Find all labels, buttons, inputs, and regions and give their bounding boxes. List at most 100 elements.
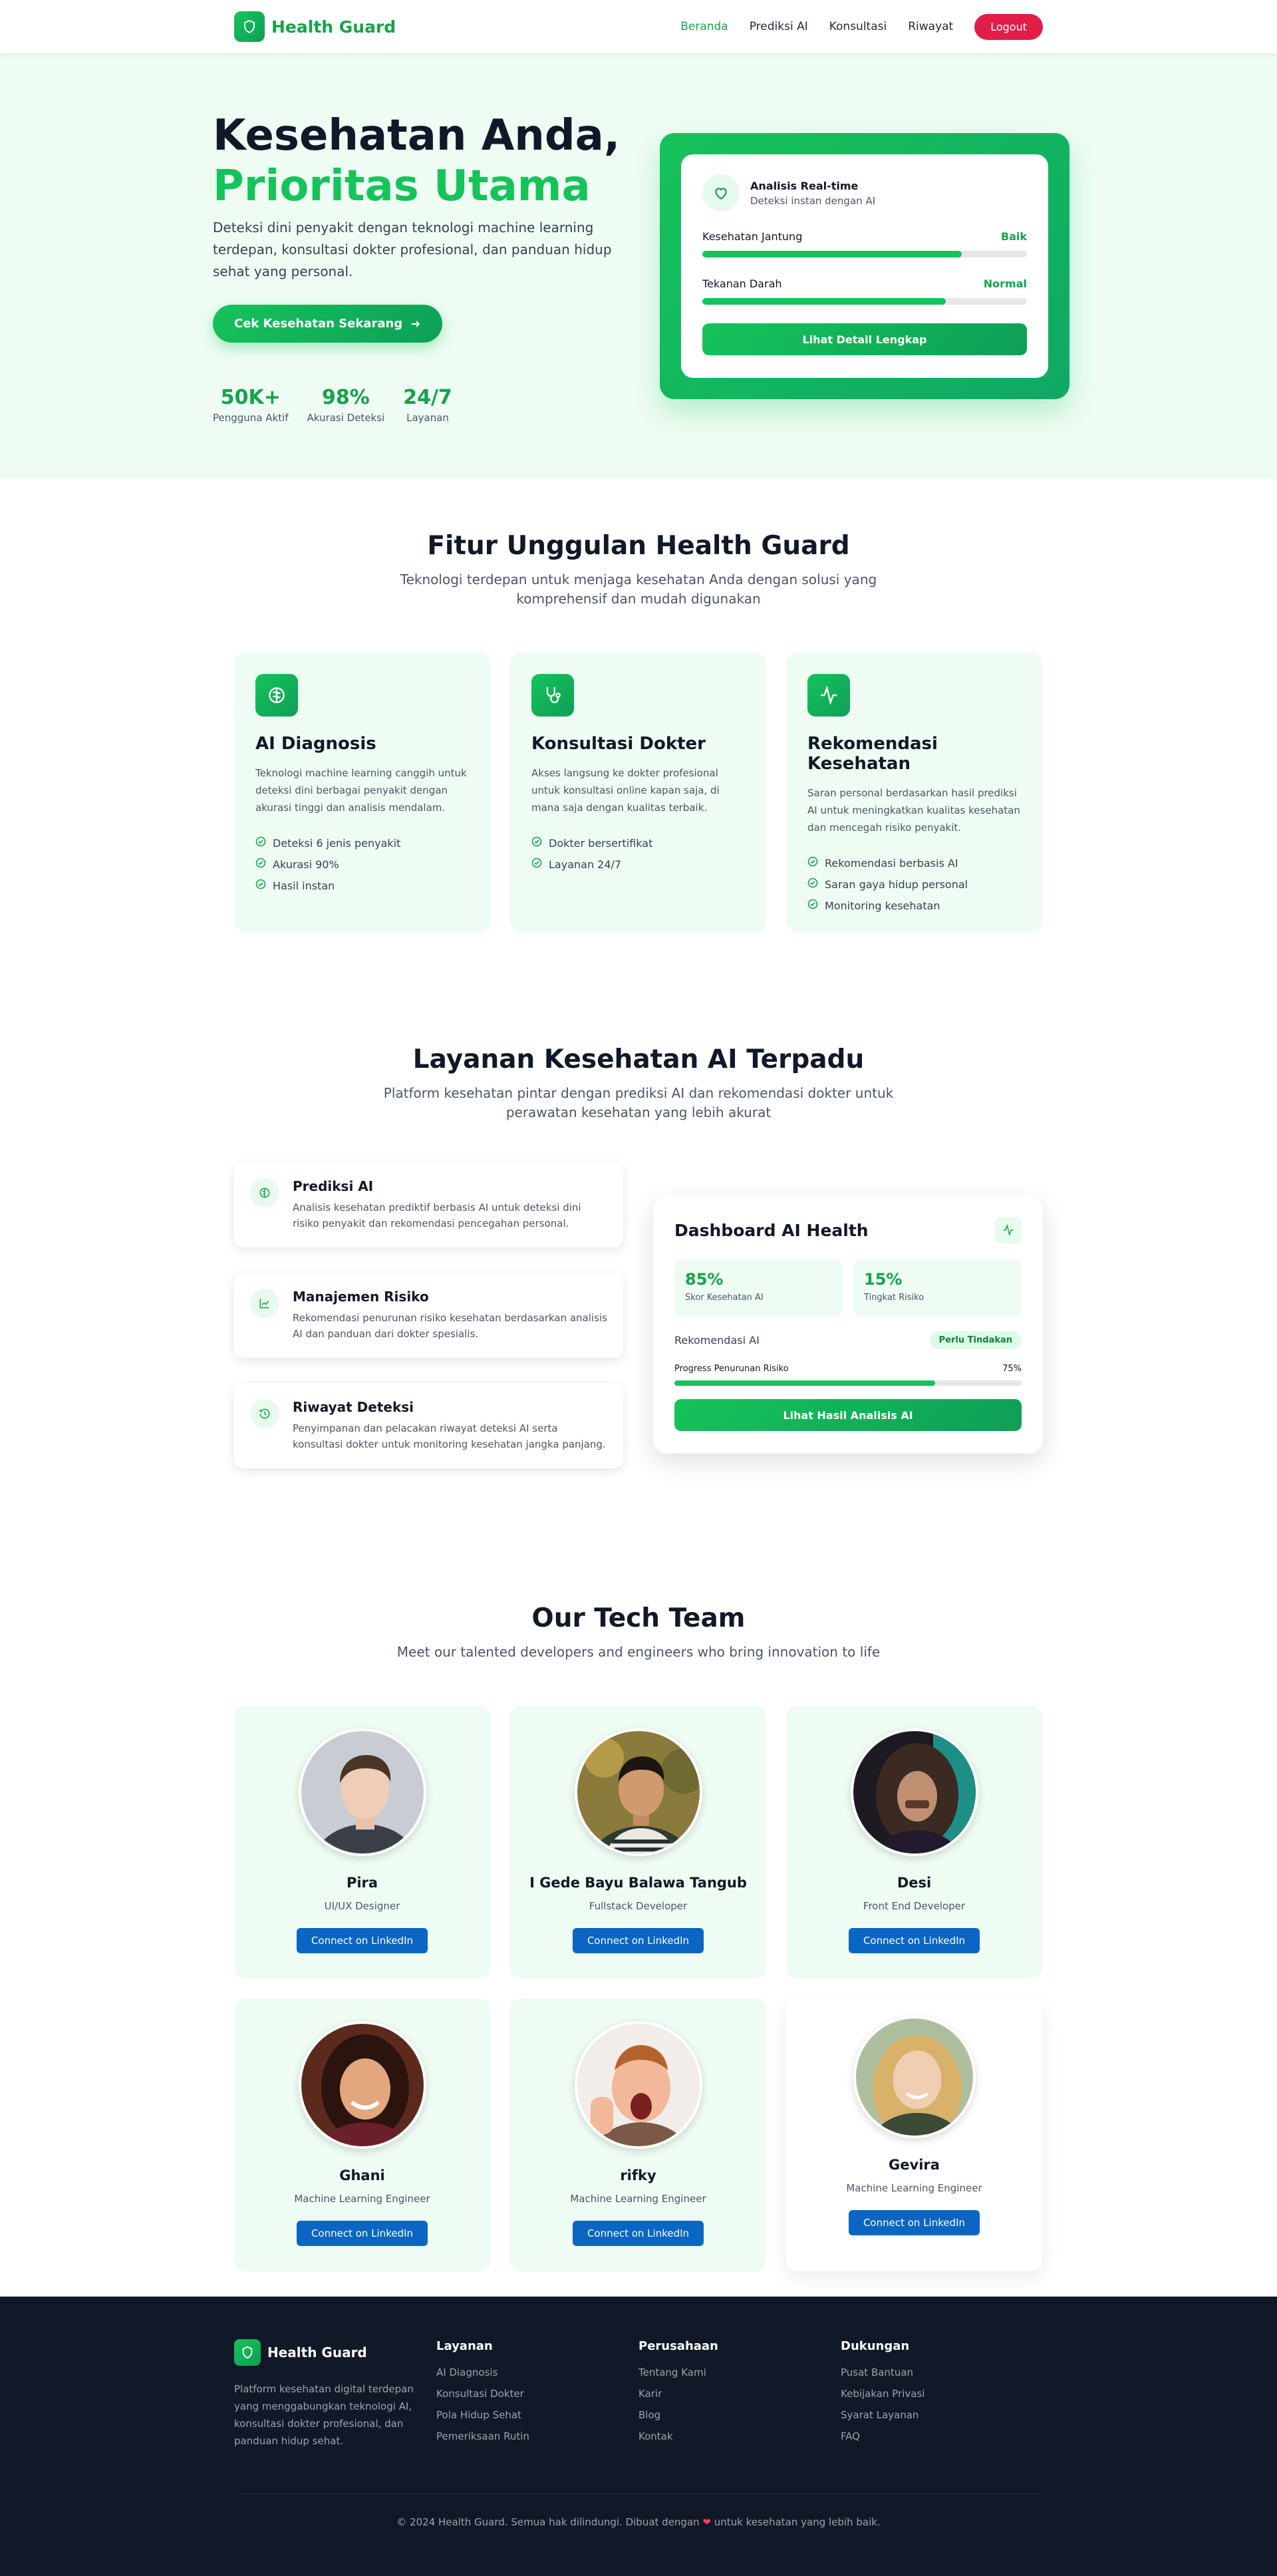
layanan-subtitle: Platform kesehatan pintar dengan prediks… <box>383 1085 894 1120</box>
analysis-card-title: Analisis Real-time <box>750 179 859 192</box>
nav-links: Beranda Prediksi AI Konsultasi Riwayat L… <box>680 13 1043 40</box>
copyright-text: © 2024 Health Guard. Semua hak dilindung… <box>396 2516 700 2528</box>
footer-link[interactable]: Tentang Kami <box>638 2366 841 2388</box>
footer-link[interactable]: Konsultasi Dokter <box>436 2388 638 2409</box>
linkedin-button[interactable]: Connect on LinkedIn <box>572 2221 704 2246</box>
feature-grid: AI Diagnosis Teknologi machine learning … <box>234 653 1043 932</box>
features-title: Fitur Unggulan Health Guard <box>427 531 850 561</box>
hero-analysis-card-frame: Analisis Real-time Deteksi instan dengan… <box>660 133 1069 399</box>
layanan-title: Layanan Kesehatan AI Terpadu <box>412 1045 865 1074</box>
member-name: Ghani <box>339 2168 385 2183</box>
footer-link[interactable]: Blog <box>638 2409 841 2430</box>
lihat-hasil-analisis-button[interactable]: Lihat Hasil Analisis AI <box>674 1399 1022 1431</box>
analysis-card-subtitle: Deteksi instan dengan AI <box>750 194 876 207</box>
metric-label: Tekanan Darah <box>702 277 782 290</box>
check-circle-icon <box>531 836 542 850</box>
team-card: Pira UI/UX Designer Connect on LinkedIn <box>234 1706 490 1979</box>
footer-link[interactable]: Pemeriksaan Rutin <box>436 2430 638 2452</box>
footer: Health Guard Platform kesehatan digital … <box>0 2297 1277 2576</box>
cek-kesehatan-button[interactable]: Cek Kesehatan Sekarang <box>213 305 443 343</box>
member-role: Fullstack Developer <box>589 1900 688 1912</box>
team-section: Our Tech Team Meet our talented develope… <box>0 1550 1277 2295</box>
check-circle-icon <box>255 858 266 871</box>
stat-value: 24/7 <box>403 386 452 409</box>
linkedin-button[interactable]: Connect on LinkedIn <box>848 1928 980 1953</box>
metric-progress-fill <box>702 251 962 257</box>
list-item: Saran gaya hidup personal <box>807 874 1021 895</box>
feature-point: Deteksi 6 jenis penyakit <box>273 836 401 850</box>
linkedin-button[interactable]: Connect on LinkedIn <box>296 1928 428 1953</box>
chart-line-icon <box>250 1289 279 1318</box>
footer-link[interactable]: Karir <box>638 2388 841 2409</box>
metric-progress-fill <box>702 298 946 305</box>
progress-fill <box>674 1380 935 1386</box>
brain-icon <box>250 1178 279 1208</box>
dashboard-title: Dashboard AI Health <box>674 1220 869 1240</box>
heart-icon: ❤ <box>702 2516 712 2528</box>
footer-link[interactable]: Syarat Layanan <box>841 2409 1043 2430</box>
linkedin-button[interactable]: Connect on LinkedIn <box>572 1928 704 1953</box>
list-item: Deteksi 6 jenis penyakit <box>255 832 469 854</box>
team-card: I Gede Bayu Balawa Tangub Fullstack Deve… <box>510 1706 766 1979</box>
member-role: UI/UX Designer <box>324 1900 400 1912</box>
stat-value: 50K+ <box>220 386 281 409</box>
dashboard-ai-health-card: Dashboard AI Health 85% Skor Kesehatan A… <box>653 1196 1043 1454</box>
feature-list: Rekomendasi berbasis AI Saran gaya hidup… <box>807 852 1021 916</box>
feature-card-konsultasi: Konsultasi Dokter Akses langsung ke dokt… <box>510 653 766 932</box>
feature-point: Rekomendasi berbasis AI <box>825 856 958 870</box>
member-name: Pira <box>346 1875 378 1891</box>
feature-description: Saran personal berdasarkan hasil prediks… <box>807 787 1020 834</box>
nav-link-konsultasi[interactable]: Konsultasi <box>829 20 887 33</box>
history-icon <box>250 1399 279 1428</box>
stat-label: Akurasi Deteksi <box>307 412 385 424</box>
feature-description: Akses langsung ke dokter profesional unt… <box>531 767 720 814</box>
hero-description: Deteksi dini penyakit dengan teknologi m… <box>213 220 612 279</box>
logout-button[interactable]: Logout <box>974 13 1043 40</box>
footer-column-dukungan: Dukungan Pusat Bantuan Kebijakan Privasi… <box>841 2339 1043 2452</box>
check-circle-icon <box>807 856 818 870</box>
metric-status: Normal <box>983 277 1027 290</box>
team-title: Our Tech Team <box>531 1603 746 1633</box>
linkedin-button[interactable]: Connect on LinkedIn <box>848 2210 980 2235</box>
list-item: Rekomendasi berbasis AI <box>807 852 1021 874</box>
shield-icon <box>234 2339 261 2366</box>
service-description: Rekomendasi penurunan risiko kesehatan b… <box>293 1312 607 1340</box>
service-description: Penyimpanan dan pelacakan riwayat deteks… <box>293 1422 606 1450</box>
list-item: Akurasi 90% <box>255 854 469 875</box>
linkedin-button[interactable]: Connect on LinkedIn <box>296 2221 428 2246</box>
footer-column-title: Layanan <box>436 2339 493 2353</box>
dashboard-stat-risiko: 15% Tingkat Risiko <box>853 1259 1022 1317</box>
footer-link[interactable]: FAQ <box>841 2430 1043 2452</box>
service-title: Manajemen Risiko <box>293 1289 429 1305</box>
avatar <box>574 1728 702 1856</box>
service-card-manajemen-risiko[interactable]: Manajemen Risiko Rekomendasi penurunan r… <box>234 1273 623 1358</box>
footer-link[interactable]: Pola Hidup Sehat <box>436 2409 638 2430</box>
feature-description: Teknologi machine learning canggih untuk… <box>255 767 467 814</box>
nav-link-prediksi-ai[interactable]: Prediksi AI <box>750 20 808 33</box>
footer-link[interactable]: Kontak <box>638 2430 841 2452</box>
feature-card-rekomendasi: Rekomendasi Kesehatan Saran personal ber… <box>786 653 1042 932</box>
team-card: Gevira Machine Learning Engineer Connect… <box>786 1999 1042 2271</box>
feature-list: Dokter bersertifikat Layanan 24/7 <box>531 832 745 875</box>
service-card-prediksi-ai[interactable]: Prediksi AI Analisis kesehatan prediktif… <box>234 1162 623 1247</box>
footer-link[interactable]: Pusat Bantuan <box>841 2366 1043 2388</box>
service-card-riwayat-deteksi[interactable]: Riwayat Deteksi Penyimpanan dan pelacaka… <box>234 1383 623 1468</box>
analysis-card-header: Analisis Real-time Deteksi instan dengan… <box>702 174 1027 212</box>
avatar <box>850 1728 978 1856</box>
progress-label: Progress Penurunan Risiko <box>674 1364 789 1374</box>
nav-link-riwayat[interactable]: Riwayat <box>908 20 953 33</box>
check-circle-icon <box>807 878 818 891</box>
footer-copyright: © 2024 Health Guard. Semua hak dilindung… <box>234 2516 1043 2528</box>
stat-value: 85% <box>685 1270 724 1289</box>
check-circle-icon <box>255 879 266 892</box>
feature-title: Rekomendasi Kesehatan <box>807 734 938 774</box>
nav-link-beranda[interactable]: Beranda <box>680 20 728 33</box>
brand-name: Health Guard <box>271 17 396 37</box>
lihat-detail-button[interactable]: Lihat Detail Lengkap <box>702 323 1027 355</box>
footer-link[interactable]: Kebijakan Privasi <box>841 2388 1043 2409</box>
brand-logo[interactable]: Health Guard <box>234 11 396 42</box>
avatar <box>574 2021 702 2149</box>
arrow-right-icon <box>412 320 420 327</box>
member-name: I Gede Bayu Balawa Tangub <box>529 1875 747 1891</box>
footer-link[interactable]: AI Diagnosis <box>436 2366 638 2388</box>
